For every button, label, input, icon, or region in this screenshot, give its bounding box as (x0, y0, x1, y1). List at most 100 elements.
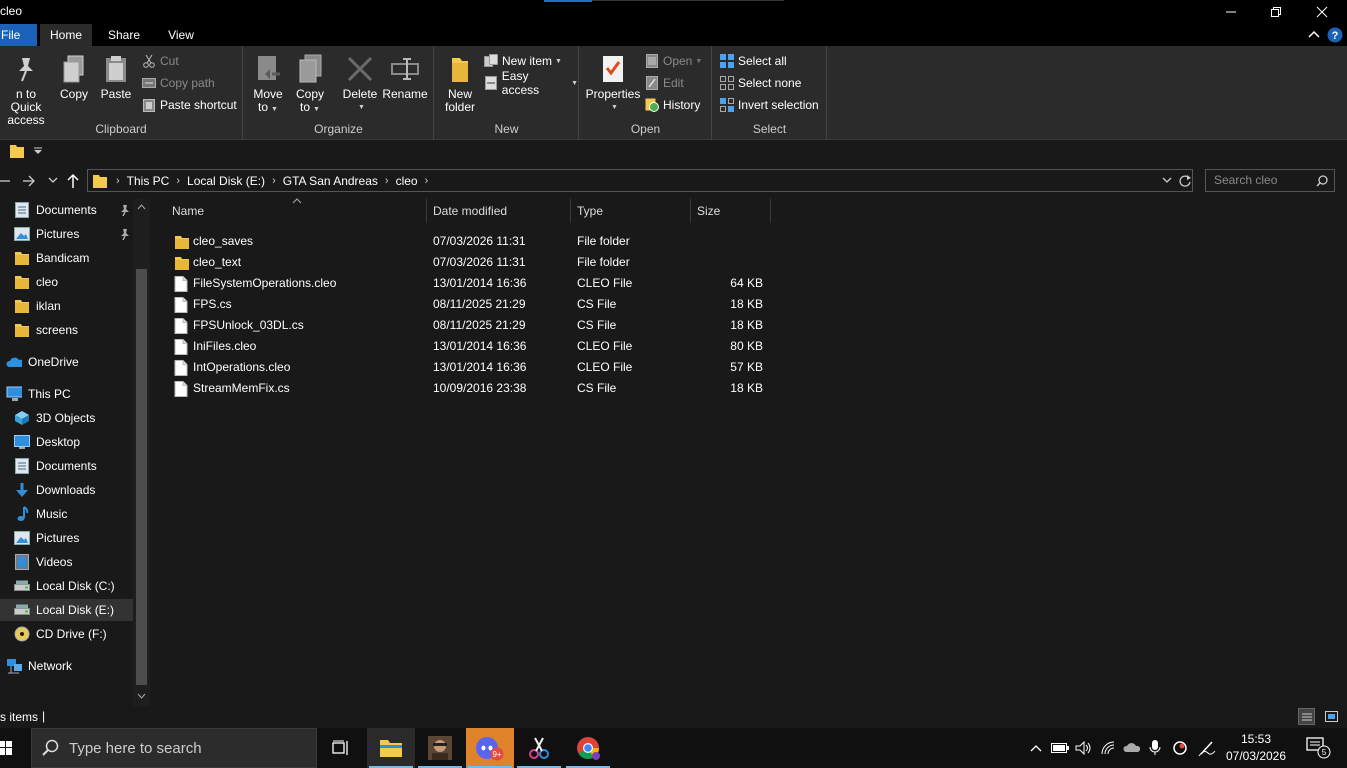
delete-button[interactable]: Delete ▼ (340, 52, 380, 114)
title-bar[interactable]: cleo (0, 0, 1347, 24)
tab-home[interactable]: Home (40, 24, 92, 46)
task-view-button[interactable] (317, 728, 365, 768)
tab-file[interactable]: File (0, 24, 37, 46)
breadcrumb-gta-san-andreas[interactable]: GTA San Andreas (283, 174, 378, 188)
search-input[interactable]: Search cleo (1205, 169, 1335, 192)
scrollbar-thumb[interactable] (136, 269, 147, 685)
sidebar-item-downloads[interactable]: Downloads (0, 479, 133, 501)
volume-tray-icon[interactable] (1074, 738, 1094, 758)
sidebar-item-screens[interactable]: screens (0, 319, 133, 341)
column-header-name[interactable]: Name (166, 199, 427, 223)
easy-access-button[interactable]: Easy access ▼ (484, 69, 578, 97)
sidebar-item-cleo[interactable]: cleo (0, 271, 133, 293)
recent-locations-icon[interactable] (48, 177, 58, 185)
sidebar-item-videos[interactable]: Videos (0, 551, 133, 573)
new-item-button[interactable]: New item ▼ (484, 51, 562, 71)
chevron-right-icon[interactable]: › (176, 175, 180, 187)
select-none-button[interactable]: Select none (720, 73, 801, 93)
up-icon[interactable] (66, 173, 80, 188)
sidebar-item-desktop[interactable]: Desktop (0, 431, 133, 453)
pen-tray-icon[interactable] (1197, 738, 1217, 758)
history-button[interactable]: History (645, 95, 700, 115)
customize-toolbar-icon[interactable] (33, 146, 43, 156)
copy-to-button[interactable]: Copy to ▼ (292, 52, 328, 116)
snipping-tool-taskbar-button[interactable] (515, 728, 563, 768)
discord-taskbar-button[interactable]: 9+ (466, 728, 514, 768)
start-icon[interactable] (0, 741, 12, 755)
copy-path-button[interactable]: Copy path (142, 73, 215, 93)
sidebar-item-pictures[interactable]: Pictures (0, 527, 133, 549)
file-explorer-taskbar-button[interactable] (367, 728, 415, 768)
table-row[interactable]: FileSystemOperations.cleo 13/01/2014 16:3… (168, 272, 768, 293)
sidebar-item-network[interactable]: Network (0, 655, 133, 677)
table-row[interactable]: FPS.cs 08/11/2025 21:29 CS File 18 KB (168, 293, 768, 314)
show-hidden-icons-button[interactable] (1026, 738, 1046, 758)
address-dropdown-icon[interactable] (1162, 177, 1172, 185)
microphone-tray-icon[interactable] (1145, 738, 1165, 758)
chevron-right-icon[interactable]: › (272, 175, 276, 187)
help-icon[interactable]: ? (1327, 27, 1343, 43)
notifications-button[interactable]: 5 (1305, 737, 1333, 759)
sidebar-item-documents[interactable]: Documents (0, 199, 133, 221)
breadcrumb-cleo[interactable]: cleo (396, 174, 418, 188)
close-button[interactable] (1299, 0, 1345, 24)
chevron-right-icon[interactable]: › (425, 175, 429, 187)
sidebar-item-iklan[interactable]: iklan (0, 295, 133, 317)
sidebar-item-3d-objects[interactable]: 3D Objects (0, 407, 133, 429)
tab-share[interactable]: Share (100, 24, 148, 46)
taskbar-search-box[interactable]: Type here to search (31, 728, 317, 768)
restore-button[interactable] (1253, 0, 1299, 24)
table-row[interactable]: IntOperations.cleo 13/01/2014 16:36 CLEO F… (168, 356, 768, 377)
collapse-ribbon-icon[interactable] (1307, 27, 1321, 41)
sidebar-item-music[interactable]: Music (0, 503, 133, 525)
network-tray-icon[interactable] (1099, 738, 1119, 758)
tab-view[interactable]: View (157, 24, 205, 46)
sidebar-item-bandicam[interactable]: Bandicam (0, 247, 133, 269)
chevron-right-icon[interactable]: › (116, 175, 120, 187)
table-row[interactable]: FPSUnlock_03DL.cs 08/11/2025 21:29 CS File… (168, 314, 768, 335)
large-icons-view-button[interactable] (1323, 708, 1340, 725)
battery-tray-icon[interactable] (1050, 738, 1070, 758)
scroll-down-icon[interactable] (137, 693, 146, 699)
paste-button[interactable]: Paste (98, 52, 134, 101)
address-bar[interactable]: › This PC › Local Disk (E:) › GTA San An… (87, 169, 1193, 192)
invert-selection-button[interactable]: Invert selection (720, 95, 819, 115)
breadcrumb-this-pc[interactable]: This PC (127, 174, 170, 188)
forward-icon[interactable] (22, 174, 36, 188)
sidebar-item-local-disk-c[interactable]: Local Disk (C:) (0, 575, 133, 597)
edit-button[interactable]: Edit (645, 73, 684, 93)
rename-button[interactable]: Rename (382, 52, 428, 101)
chevron-right-icon[interactable]: › (385, 175, 389, 187)
back-icon[interactable] (0, 175, 12, 187)
sidebar-item-local-disk-e[interactable]: Local Disk (E:) (0, 599, 133, 621)
sidebar-item-cd-drive-f[interactable]: CD Drive (F:) (0, 623, 133, 645)
paste-shortcut-button[interactable]: Paste shortcut (142, 95, 237, 115)
copy-button[interactable]: Copy (56, 52, 92, 101)
select-all-button[interactable]: Select all (720, 51, 787, 71)
sidebar-item-onedrive[interactable]: OneDrive (0, 351, 133, 373)
properties-button[interactable]: Properties ▼ (585, 52, 641, 114)
breadcrumb-local-disk-e[interactable]: Local Disk (E:) (187, 174, 265, 188)
sidebar-item-documents[interactable]: Documents (0, 455, 133, 477)
column-header-date-modified[interactable]: Date modified (427, 199, 571, 223)
new-folder-button[interactable]: New folder (439, 52, 481, 114)
folder-icon[interactable] (9, 143, 25, 159)
game-taskbar-button[interactable] (416, 728, 464, 768)
chrome-taskbar-button[interactable] (564, 728, 612, 768)
pin-to-quick-access-button[interactable]: n to Quick access (0, 52, 52, 127)
app-tray-icon[interactable] (1170, 738, 1190, 758)
open-button[interactable]: Open ▼ (645, 51, 702, 71)
navigation-scrollbar[interactable] (133, 199, 150, 706)
minimize-button[interactable] (1208, 0, 1254, 24)
column-header-type[interactable]: Type (571, 199, 691, 223)
onedrive-tray-icon[interactable] (1122, 738, 1142, 758)
table-row[interactable]: cleo_saves 07/03/2026 11:31 File folder (168, 230, 768, 251)
sidebar-item-pictures[interactable]: Pictures (0, 223, 133, 245)
details-view-button[interactable] (1298, 708, 1315, 725)
table-row[interactable]: cleo_text 07/03/2026 11:31 File folder (168, 251, 768, 272)
column-header-size[interactable]: Size (691, 199, 771, 223)
move-to-button[interactable]: Move to ▼ (250, 52, 286, 116)
cut-button[interactable]: Cut (142, 51, 179, 71)
clock[interactable]: 15:53 07/03/2026 (1224, 731, 1288, 765)
sidebar-item-this-pc[interactable]: This PC (0, 383, 133, 405)
